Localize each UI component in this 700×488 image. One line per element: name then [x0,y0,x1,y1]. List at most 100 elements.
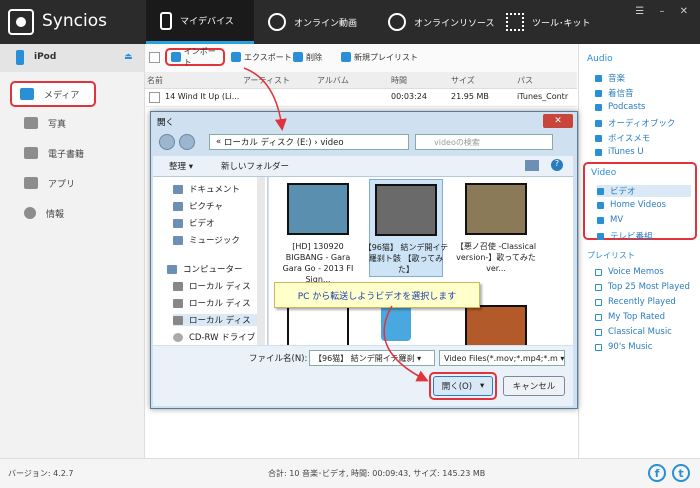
col-size[interactable]: サイズ [451,75,475,86]
export-button[interactable]: エクスポート [231,50,292,64]
video-section-title: Video [591,168,617,178]
playlist-item[interactable]: Voice Memos [595,267,664,277]
back-icon[interactable] [159,134,175,150]
item-label: iTunes U [608,147,644,157]
address-bar[interactable]: « ローカル ディスク (E:) › video [209,134,409,150]
filename-input[interactable]: 【96猫】 結ンデ開イテ羅刹 ▾ [309,350,435,366]
book-icon [24,147,38,159]
sidebar-item-apps[interactable]: アプリ [0,169,144,197]
search-placeholder: videoの検索 [434,137,480,147]
video-item-home-videos[interactable]: Home Videos [597,200,666,210]
table-row[interactable]: 14 Wind It Up (Li... 00:03:24 21.95 MB i… [145,88,577,107]
nav-local-disk[interactable]: ローカル ディス [173,297,251,309]
filetype-select[interactable]: Video Files(*.mov;*.mp4;*.m ▾ [439,350,565,366]
chevron-down-icon[interactable]: ▾ [480,381,484,391]
twitter-icon[interactable]: t [672,464,690,482]
drive-icon [173,298,183,308]
playlist-item[interactable]: Classical Music [595,327,672,337]
audio-item-music[interactable]: 音楽 [595,72,625,84]
open-label: 開く(O) [441,382,473,392]
row-checkbox[interactable] [149,92,160,103]
audio-item-ringtones[interactable]: 着信音 [595,87,634,99]
file-item[interactable]: [HD] 130920 BIGBANG - Gara Gara Go - 201… [275,183,361,285]
search-input[interactable]: videoの検索 [415,134,553,150]
file-item[interactable]: 【悪ノ召使 -Classical version-】歌ってみた ver... [453,183,539,274]
media-file-icon[interactable] [381,305,411,341]
video-thumbnail[interactable] [465,305,527,345]
video-item-videos[interactable]: ビデオ [597,185,691,197]
playlist-item[interactable]: 90's Music [595,342,652,352]
audio-item-podcasts[interactable]: Podcasts [595,102,646,112]
close-icon[interactable]: ✕ [543,114,573,128]
nav-scrollbar[interactable] [257,177,265,345]
view-icon[interactable] [525,160,539,171]
audio-item-itunesu[interactable]: iTunes U [595,147,644,157]
mic-icon [595,134,602,142]
select-all-checkbox[interactable] [149,52,160,63]
forward-icon[interactable] [179,134,195,150]
sidebar-item-media[interactable]: メディア [10,81,96,107]
help-icon[interactable]: ? [551,159,563,171]
nav-pictures[interactable]: ピクチャ [173,200,223,212]
col-artist[interactable]: アーティスト [243,75,290,86]
video-item-mv[interactable]: MV [597,215,623,225]
playlist-item[interactable]: Top 25 Most Played [595,282,690,292]
col-name[interactable]: 名前 [147,75,163,86]
cancel-button[interactable]: キャンセル [503,376,565,396]
nav-cd-drive[interactable]: CD-RW ドライブ [173,331,255,343]
tab-my-device[interactable]: マイデバイス [146,0,254,44]
tab-online-video[interactable]: オンライン動画 [268,0,378,44]
nav-label: ローカル ディス [189,299,251,309]
open-file-dialog: 開く ✕ « ローカル ディスク (E:) › video videoの検索 整… [150,111,578,409]
delete-icon [293,52,303,62]
facebook-icon[interactable]: f [648,464,666,482]
download-icon [388,13,406,31]
file-item-selected[interactable]: 【96猫】 結ンデ開イテ羅刹ト骸 【歌ってみた】 [364,179,448,277]
tab-online-resource[interactable]: オンラインリソース [388,0,508,44]
new-playlist-label: 新規プレイリスト [354,52,418,62]
dialog-nav-pane: ドキュメント ピクチャ ビデオ ミュージック コンピューター ローカル ディス … [153,177,268,345]
sidebar-item-photos[interactable]: 写真 [0,109,144,137]
nav-local-disk[interactable]: ローカル ディス [173,280,251,292]
device-row[interactable]: iPod ⏏ [0,44,144,72]
import-button[interactable]: インポート [165,47,225,67]
eject-icon[interactable]: ⏏ [124,52,133,62]
export-icon [231,52,241,62]
nav-music[interactable]: ミュージック [173,234,240,246]
tab-toolkit[interactable]: ツール･キット [506,0,606,44]
video-item-tv[interactable]: テレビ番組 [597,230,653,242]
nav-documents[interactable]: ドキュメント [173,183,240,195]
open-button[interactable]: 開く(O) ▾ [433,376,493,396]
sidebar-item-label: 写真 [48,119,67,130]
video-thumbnail[interactable] [287,305,349,345]
nav-local-disk-selected[interactable]: ローカル ディス [173,314,265,326]
audio-item-voicememos[interactable]: ボイスメモ [595,132,650,144]
new-folder-button[interactable]: 新しいフォルダー [221,160,289,172]
new-playlist-button[interactable]: 新規プレイリスト [341,50,418,64]
col-album[interactable]: アルバム [317,75,349,86]
sidebar-item-ebooks[interactable]: 電子書籍 [0,139,144,167]
playlist-item[interactable]: Recently Played [595,297,676,307]
nav-label: コンピューター [183,265,243,275]
delete-label: 削除 [306,52,322,62]
playlist-item[interactable]: My Top Rated [595,312,665,322]
top-bar: Syncios マイデバイス オンライン動画 オンラインリソース ツール･キット… [0,0,700,44]
playlist-icon [595,268,602,276]
sidebar-item-info[interactable]: 情報 [0,199,144,227]
nav-label: ピクチャ [189,202,223,212]
nav-computer[interactable]: コンピューター [167,263,243,275]
sidebar-item-label: メディア [44,90,80,101]
export-label: エクスポート [244,52,292,62]
window-controls[interactable]: ☰ – ✕ [635,6,694,17]
delete-button[interactable]: 削除 [293,50,322,64]
right-panel: Audio 音楽 着信音 Podcasts オーディオブック ボイスメモ iTu… [578,44,700,458]
tab-label: オンラインリソース [414,18,495,29]
col-time[interactable]: 時間 [391,75,407,86]
col-path[interactable]: パス [517,75,533,86]
sidebar-item-label: 情報 [46,209,65,220]
summary-text: 合計: 10 音楽･ビデオ, 時間: 00:09:43, サイズ: 145.23… [268,469,486,478]
organize-menu[interactable]: 整理 ▾ [169,160,193,172]
grid-icon [506,13,524,31]
nav-videos[interactable]: ビデオ [173,217,215,229]
audio-item-audiobooks[interactable]: オーディオブック [595,117,675,129]
